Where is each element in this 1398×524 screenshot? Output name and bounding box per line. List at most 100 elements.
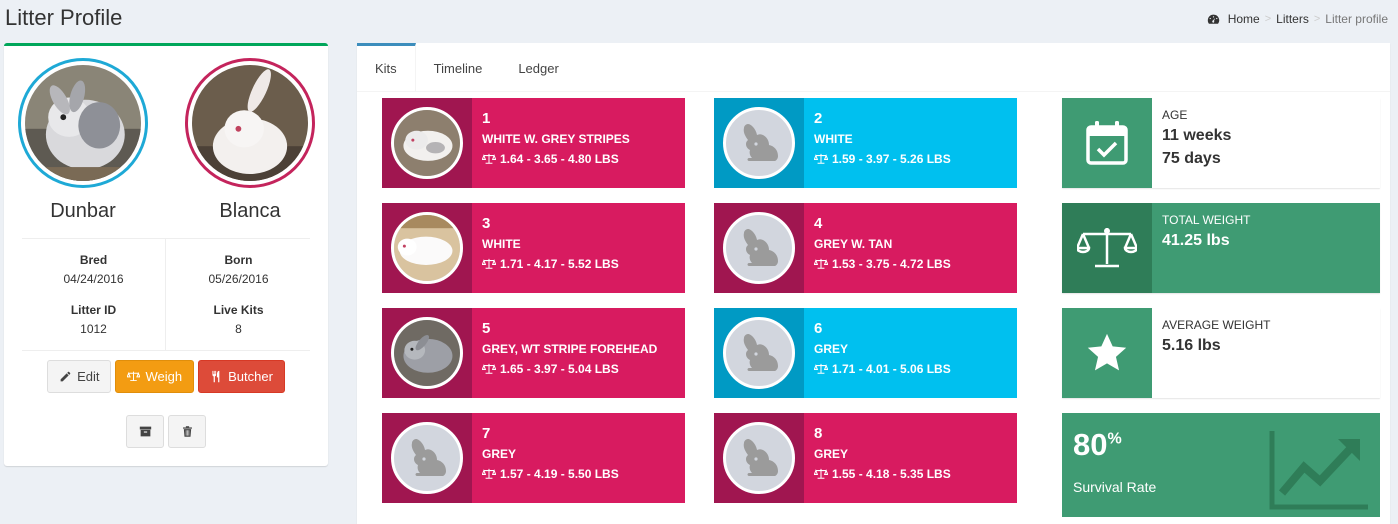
kit-card[interactable]: 2 WHITE 1.59 - 3.97 - 5.26 LBS <box>714 98 1017 188</box>
balance-scale-icon <box>482 153 496 164</box>
kit-number: 3 <box>482 215 491 232</box>
kit-weight-values: 1.55 - 4.18 - 5.35 LBS <box>832 467 951 481</box>
archive-icon <box>139 426 151 437</box>
sire-card[interactable]: Dunbar <box>18 58 148 223</box>
age-stat-body: AGE 11 weeks 75 days <box>1152 98 1380 188</box>
kit-weight-values: 1.57 - 4.19 - 5.50 LBS <box>500 467 619 481</box>
bred-label: Bred <box>79 253 108 267</box>
kit-number: 6 <box>814 320 823 337</box>
kit-avatar <box>391 212 463 284</box>
kit-weights: 1.64 - 3.65 - 4.80 LBS <box>482 152 630 166</box>
total-weight-label: TOTAL WEIGHT <box>1162 213 1251 227</box>
bred-date: Bred 04/24/2016 <box>22 253 165 286</box>
average-weight-stat: AVERAGE WEIGHT 5.16 lbs <box>1062 308 1380 398</box>
kit-card[interactable]: 3 WHITE 1.71 - 4.17 - 5.52 LBS <box>382 203 685 293</box>
kit-photo-panel <box>714 308 804 398</box>
average-weight-icon-box <box>1062 308 1152 398</box>
breadcrumb-home[interactable]: Home <box>1228 12 1260 26</box>
tab-bar: Kits Timeline Ledger <box>357 43 1390 92</box>
survival-rate-value: 80% <box>1073 427 1122 463</box>
litter-id: Litter ID 1012 <box>22 303 165 336</box>
trash-icon <box>182 426 192 437</box>
archive-button[interactable] <box>126 415 164 448</box>
balance-scale-icon <box>127 371 141 382</box>
breadcrumb-current: Litter profile <box>1325 12 1388 26</box>
kit-card[interactable]: 1 WHITE W. GREY STRIPES 1.64 - 3.65 - 4.80… <box>382 98 685 188</box>
kit-details: 6 GREY 1.71 - 4.01 - 5.06 LBS <box>804 308 951 398</box>
survival-rate-box: 80% Survival Rate <box>1062 413 1380 517</box>
bred-value: 04/24/2016 <box>63 272 124 286</box>
kit-avatar <box>723 422 795 494</box>
butcher-button[interactable]: Butcher <box>198 360 285 393</box>
kit-avatar <box>391 422 463 494</box>
delete-button[interactable] <box>168 415 206 448</box>
balance-scale-icon <box>482 363 496 374</box>
kit-card[interactable]: 4 GREY W. TAN 1.53 - 3.75 - 4.72 LBS <box>714 203 1017 293</box>
kit-color: GREY <box>814 342 849 356</box>
edit-button-label: Edit <box>77 369 100 384</box>
kit-photo-panel <box>382 308 472 398</box>
kit-color: GREY <box>814 447 849 461</box>
balance-scale-icon <box>814 363 828 374</box>
weigh-button[interactable]: Weigh <box>115 360 195 393</box>
kit-details: 4 GREY W. TAN 1.53 - 3.75 - 4.72 LBS <box>804 203 951 293</box>
breadcrumb-litters[interactable]: Litters <box>1276 12 1309 26</box>
kit-photo-panel <box>714 413 804 503</box>
kit-number: 2 <box>814 110 823 127</box>
butcher-button-label: Butcher <box>228 369 273 384</box>
kit-avatar <box>723 107 795 179</box>
survival-rate-label: Survival Rate <box>1073 479 1157 495</box>
litter-profile-box: Dunbar Blanca Bred 04/24/2016 Born 05/26… <box>4 43 328 466</box>
live-kits: Live Kits 8 <box>167 303 310 336</box>
age-stat-icon-box <box>1062 98 1152 188</box>
kit-weights: 1.71 - 4.01 - 5.06 LBS <box>814 362 951 376</box>
sire-avatar-ring <box>18 58 148 188</box>
breadcrumb: Home > Litters > Litter profile <box>1207 12 1388 26</box>
dam-name: Blanca <box>219 200 281 222</box>
kit-card[interactable]: 6 GREY 1.71 - 4.01 - 5.06 LBS <box>714 308 1017 398</box>
kit-color: WHITE <box>482 237 521 251</box>
kit-details: 8 GREY 1.55 - 4.18 - 5.35 LBS <box>804 413 951 503</box>
kit-weight-values: 1.64 - 3.65 - 4.80 LBS <box>500 152 619 166</box>
kit-card[interactable]: 8 GREY 1.55 - 4.18 - 5.35 LBS <box>714 413 1017 503</box>
kit-avatar <box>391 317 463 389</box>
line-chart-icon <box>1269 431 1368 510</box>
kit-photo-panel <box>382 413 472 503</box>
total-weight-stat: TOTAL WEIGHT 41.25 lbs <box>1062 203 1380 293</box>
total-weight-icon-box <box>1062 203 1152 293</box>
page-title: Litter Profile <box>5 5 123 30</box>
edit-button[interactable]: Edit <box>47 360 112 393</box>
main-panel: Kits Timeline Ledger 1 WHITE W. GREY STRI… <box>357 43 1390 524</box>
kit-weights: 1.57 - 4.19 - 5.50 LBS <box>482 467 619 481</box>
tab-ledger[interactable]: Ledger <box>500 43 576 91</box>
weigh-button-label: Weigh <box>145 369 183 384</box>
tab-timeline[interactable]: Timeline <box>416 43 501 91</box>
rabbit-icon <box>411 439 446 476</box>
rabbit-icon <box>743 439 778 476</box>
kit-weights: 1.65 - 3.97 - 5.04 LBS <box>482 362 657 376</box>
rabbit-icon <box>743 229 778 266</box>
kit-photo-panel <box>382 98 472 188</box>
balance-scale-icon <box>814 258 828 269</box>
breadcrumb-separator: > <box>1313 13 1321 25</box>
dam-card[interactable]: Blanca <box>185 58 315 223</box>
tab-kits[interactable]: Kits <box>357 43 416 91</box>
kit-card[interactable]: 7 GREY 1.57 - 4.19 - 5.50 LBS <box>382 413 685 503</box>
kit-avatar <box>723 212 795 284</box>
kit-number: 4 <box>814 215 823 232</box>
kit-card[interactable]: 5 GREY, WT STRIPE FOREHEAD 1.65 - 3.97 - 5… <box>382 308 685 398</box>
born-value: 05/26/2016 <box>208 272 269 286</box>
balance-scale-icon <box>1077 228 1137 268</box>
age-weeks: 11 weeks <box>1162 127 1232 144</box>
live-kits-label: Live Kits <box>213 303 264 317</box>
kit-weights: 1.71 - 4.17 - 5.52 LBS <box>482 257 619 271</box>
survival-rate-unit: % <box>1107 430 1122 448</box>
kit-weight-values: 1.71 - 4.17 - 5.52 LBS <box>500 257 619 271</box>
total-weight-value: 41.25 lbs <box>1162 232 1230 249</box>
kit-color: GREY, WT STRIPE FOREHEAD <box>482 342 658 356</box>
kit-weight-values: 1.59 - 3.97 - 5.26 LBS <box>832 152 951 166</box>
kit-color: WHITE <box>814 132 853 146</box>
kit-photo-panel <box>382 203 472 293</box>
kit-number: 7 <box>482 425 491 442</box>
kit-weights: 1.55 - 4.18 - 5.35 LBS <box>814 467 951 481</box>
